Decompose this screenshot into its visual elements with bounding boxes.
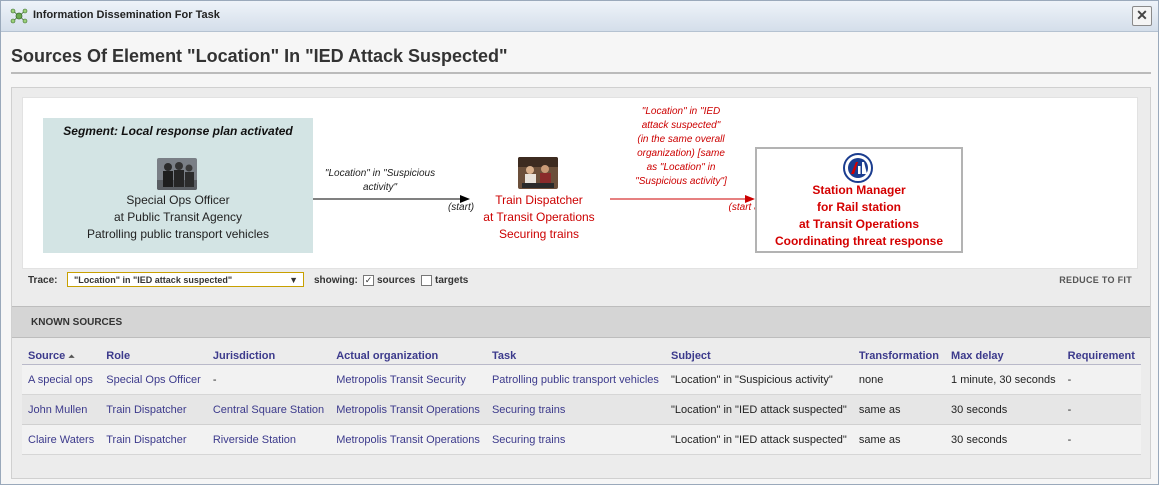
- cell-requirement: -: [1061, 394, 1141, 425]
- source-node-org: at Public Transit Agency: [113, 210, 243, 224]
- edge2-label-line: "Location" in "IED: [641, 106, 721, 117]
- dispatcher-node-org: at Transit Operations: [483, 210, 595, 224]
- column-header-task[interactable]: Task: [485, 347, 665, 365]
- table-row: John Mullen Train Dispatcher Central Squ…: [22, 394, 1141, 425]
- dispatcher-node-task: Securing trains: [498, 227, 580, 241]
- cell-subject: "Location" in "IED attack suspected": [664, 394, 853, 425]
- transit-logo-icon: [843, 153, 873, 183]
- cell-organization-link[interactable]: Metropolis Transit Operations: [330, 424, 486, 455]
- station-node-org: at Transit Operations: [798, 217, 920, 231]
- targets-checkbox-label[interactable]: targets: [435, 275, 468, 286]
- source-node-task: Patrolling public transport vehicles: [86, 227, 270, 241]
- edge2-label-line: organization) [same: [637, 148, 725, 159]
- edge2-label-line: (in the same overall: [637, 134, 725, 145]
- trace-select-value: "Location" in "IED attack suspected": [74, 275, 233, 285]
- dialog-window: Information Dissemination For Task ✕ Sou…: [0, 0, 1159, 485]
- cell-jurisdiction: -: [206, 364, 331, 395]
- cell-organization-link[interactable]: Metropolis Transit Security: [330, 364, 486, 395]
- info-panel: Segment: Local response plan activated S…: [11, 87, 1151, 479]
- column-header-source[interactable]: Source ⏶: [22, 347, 101, 365]
- showing-label: showing:: [314, 275, 358, 286]
- cell-task-link[interactable]: Securing trains: [485, 424, 665, 455]
- column-header-organization[interactable]: Actual organization: [330, 347, 486, 365]
- title-divider: [11, 72, 1151, 74]
- sources-checkbox-label[interactable]: sources: [377, 275, 415, 286]
- column-header-requirement[interactable]: Requirement: [1061, 347, 1141, 365]
- cell-subject: "Location" in "Suspicious activity": [664, 364, 853, 395]
- cell-requirement: -: [1061, 364, 1141, 395]
- column-header-subject[interactable]: Subject: [664, 347, 853, 365]
- trace-select[interactable]: "Location" in "IED attack suspected" ▼: [67, 272, 304, 287]
- column-header-role[interactable]: Role: [100, 347, 207, 365]
- cell-role-link[interactable]: Train Dispatcher: [100, 424, 207, 455]
- reduce-to-fit-button[interactable]: REDUCE TO FIT: [1059, 275, 1132, 285]
- station-manager-node[interactable]: Station Manager for Rail station at Tran…: [755, 147, 963, 253]
- known-sources-title: KNOWN SOURCES: [31, 317, 123, 328]
- edge1-label-line: activity": [362, 182, 398, 193]
- cell-task-link[interactable]: Securing trains: [485, 394, 665, 425]
- table-row: A special ops Special Ops Officer - Metr…: [22, 364, 1141, 395]
- network-icon: [10, 8, 28, 24]
- column-header-jurisdiction[interactable]: Jurisdiction: [206, 347, 331, 365]
- title-bar[interactable]: Information Dissemination For Task ✕: [1, 1, 1158, 32]
- sort-ascending-icon: ⏶: [68, 352, 75, 361]
- known-sources-header: KNOWN SOURCES: [12, 306, 1150, 338]
- table-row: Claire Waters Train Dispatcher Riverside…: [22, 424, 1141, 455]
- station-node-task: Coordinating threat response: [774, 234, 944, 248]
- station-node-jurisdiction: for Rail station: [816, 200, 901, 214]
- source-node-label[interactable]: Special Ops Officer at Public Transit Ag…: [63, 192, 293, 243]
- station-node-role: Station Manager: [812, 183, 906, 197]
- cell-source-link[interactable]: John Mullen: [22, 394, 101, 425]
- column-header-label: Source: [28, 350, 66, 362]
- edge2-label-line: "Suspicious activity"]: [635, 176, 727, 187]
- cell-requirement: -: [1061, 424, 1141, 455]
- column-header-max-delay[interactable]: Max delay: [945, 347, 1062, 365]
- cell-transformation: same as: [852, 394, 946, 425]
- dispatcher-node-role: Train Dispatcher: [495, 193, 583, 207]
- page-title: Sources Of Element "Location" In "IED At…: [11, 46, 508, 66]
- close-icon: ✕: [1136, 7, 1148, 23]
- dispatcher-photo-icon: [518, 157, 558, 189]
- edge1-label-line: "Location" in "Suspicious: [324, 168, 436, 179]
- cell-source-link[interactable]: Claire Waters: [22, 424, 101, 455]
- edge2-label: "Location" in "IED attack suspected" (in…: [621, 105, 741, 189]
- cell-role-link[interactable]: Special Ops Officer: [100, 364, 207, 395]
- sources-table: Source ⏶ Role Jurisdiction Actual organi…: [22, 347, 1141, 455]
- close-button[interactable]: ✕: [1132, 6, 1152, 26]
- cell-max-delay: 30 seconds: [945, 394, 1062, 425]
- trace-label: Trace:: [28, 275, 58, 286]
- table-header-row: Source ⏶ Role Jurisdiction Actual organi…: [22, 347, 1141, 365]
- cell-source-link[interactable]: A special ops: [22, 364, 101, 395]
- column-header-transformation[interactable]: Transformation: [852, 347, 946, 365]
- flow-diagram[interactable]: Segment: Local response plan activated S…: [22, 97, 1138, 269]
- edge2-label-line: attack suspected": [641, 120, 721, 131]
- cell-subject: "Location" in "IED attack suspected": [664, 424, 853, 455]
- sources-checkbox[interactable]: ✓: [363, 275, 374, 286]
- cell-max-delay: 30 seconds: [945, 424, 1062, 455]
- source-node-role: Special Ops Officer: [126, 193, 230, 207]
- targets-checkbox[interactable]: [421, 275, 432, 286]
- dropdown-arrow-icon: ▼: [289, 275, 298, 285]
- cell-role-link[interactable]: Train Dispatcher: [100, 394, 207, 425]
- cell-organization-link[interactable]: Metropolis Transit Operations: [330, 394, 486, 425]
- cell-transformation: none: [852, 364, 946, 395]
- window-title: Information Dissemination For Task: [33, 9, 220, 21]
- cell-jurisdiction-link[interactable]: Central Square Station: [206, 394, 331, 425]
- dialog-content: Sources Of Element "Location" In "IED At…: [1, 32, 1158, 484]
- cell-task-link[interactable]: Patrolling public transport vehicles: [485, 364, 665, 395]
- cell-max-delay: 1 minute, 30 seconds: [945, 364, 1062, 395]
- edge2-label-line: as "Location" in: [646, 162, 716, 173]
- cell-transformation: same as: [852, 424, 946, 455]
- cell-jurisdiction-link[interactable]: Riverside Station: [206, 424, 331, 455]
- segment-title: Segment: Local response plan activated: [63, 124, 293, 138]
- dispatcher-node-label[interactable]: Train Dispatcher at Transit Operations S…: [469, 192, 609, 243]
- people-photo-icon: [157, 158, 197, 190]
- edge1-label: "Location" in "Suspicious activity": [315, 167, 445, 195]
- station-manager-label: Station Manager for Rail station at Tran…: [757, 182, 961, 250]
